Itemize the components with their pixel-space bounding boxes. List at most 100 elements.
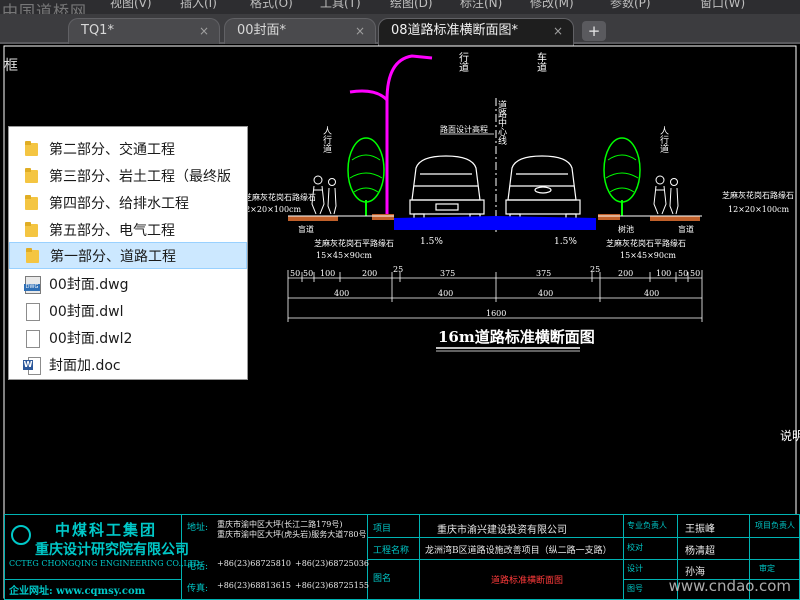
svg-text:200: 200 <box>618 269 633 278</box>
person-3: 孙海 <box>685 567 705 578</box>
road-surface <box>394 216 596 230</box>
menu-params[interactable]: 参数(P) <box>610 0 651 11</box>
tab-cover[interactable]: 00封面* × <box>224 18 376 44</box>
drawing-title-block: 中煤科工集团 重庆设计研究院有限公司 CCTEG CHONGQING ENGIN… <box>4 514 800 600</box>
menu-tools[interactable]: 工具(T) <box>320 0 361 11</box>
folder-icon <box>23 167 41 185</box>
svg-text:400: 400 <box>438 289 453 298</box>
list-item[interactable]: 第二部分、交通工程 <box>9 135 247 162</box>
label-blind-left: 盲道 <box>298 224 314 234</box>
tab-label: TQ1* <box>81 23 114 38</box>
dimension-total: 1600 <box>486 309 506 318</box>
menu-insert[interactable]: 插入(I) <box>180 0 217 11</box>
car-right <box>505 155 581 221</box>
note-right: 说明 <box>780 428 800 443</box>
role-5: 项目负责人 <box>755 521 795 530</box>
file-name: 第二部分、交通工程 <box>49 141 175 158</box>
subproject-name: 龙洲湾B区道路设施改善项目（纵二路一支路） <box>425 546 612 556</box>
fax-2: +86(23)68725155 <box>295 581 370 590</box>
close-icon[interactable]: × <box>199 19 209 43</box>
folder-icon <box>23 140 41 158</box>
label-tree-right: 树池 <box>618 224 634 234</box>
svg-text:200: 200 <box>362 269 377 278</box>
person-2: 杨清超 <box>685 546 715 557</box>
file-name: 第五部分、电气工程 <box>49 222 175 239</box>
dimension-values-row2: 400 400 400 400 <box>334 289 659 298</box>
close-icon[interactable]: × <box>355 19 365 43</box>
menu-draw[interactable]: 绘图(D) <box>390 0 433 11</box>
project-name: 重庆市渝兴建设投资有限公司 <box>437 525 567 536</box>
folder-icon <box>24 247 42 265</box>
list-item[interactable]: 00封面.dwl <box>9 297 247 324</box>
file-name: 00封面.dwg <box>49 276 129 293</box>
menu-modify[interactable]: 修改(M) <box>530 0 574 11</box>
curb-right <box>598 214 620 220</box>
tab-label: 00封面* <box>237 23 287 38</box>
person-1: 王振峰 <box>685 524 715 535</box>
folder-icon <box>23 194 41 212</box>
drawing-name: 道路标准横断面图 <box>491 576 564 586</box>
svg-text:100: 100 <box>656 269 671 278</box>
svg-text:375: 375 <box>536 269 551 278</box>
svg-text:50: 50 <box>290 269 300 278</box>
tree-right <box>603 137 641 216</box>
tab-tq1[interactable]: TQ1* × <box>68 18 220 44</box>
menu-bar: 中国道桥网 视图(V) 插入(I) 格式(O) 工具(T) 绘图(D) 标注(N… <box>0 0 800 14</box>
watermark-logo: 中国道桥网 <box>2 2 88 14</box>
file-name: 00封面.dwl2 <box>49 330 133 347</box>
list-item-selected[interactable]: 第一部分、道路工程 <box>9 242 247 269</box>
menu-view[interactable]: 视图(V) <box>110 0 152 11</box>
side-label: 框 <box>4 58 18 74</box>
label-lane-top: 车道 <box>535 51 547 72</box>
label-planter-size-left: 15×45×90cm <box>316 251 372 260</box>
tab-label: 08道路标准横断面图* <box>391 23 519 38</box>
label-blind-right: 盲道 <box>678 224 694 234</box>
label-sidewalk-left: 人行道 <box>321 126 332 154</box>
list-item[interactable]: 第五部分、电气工程 <box>9 216 247 243</box>
svg-text:100: 100 <box>320 269 335 278</box>
company-name-1: 中煤科工集团 <box>55 521 158 539</box>
label-sidewalk-right: 人行道 <box>658 126 669 154</box>
menu-format[interactable]: 格式(O) <box>250 0 293 11</box>
label-curb-right-size: 12×20×100cm <box>728 205 790 214</box>
menu-dimension[interactable]: 标注(N) <box>460 0 502 11</box>
list-item[interactable]: 第四部分、给排水工程 <box>9 189 247 216</box>
new-tab-button[interactable]: + <box>582 21 606 41</box>
car-left <box>409 155 485 221</box>
fax-label: 传真: <box>187 584 209 594</box>
street-lamp <box>385 54 433 218</box>
role-3: 设计 <box>627 564 643 573</box>
tab-cross-section[interactable]: 08道路标准横断面图* × <box>378 18 574 46</box>
svg-text:50: 50 <box>303 269 313 278</box>
file-name: 第三部分、岩土工程（最终版 <box>49 168 231 185</box>
tree-left <box>347 137 385 216</box>
menu-window[interactable]: 窗口(W) <box>700 0 745 11</box>
svg-text:25: 25 <box>590 265 600 274</box>
svg-text:400: 400 <box>644 289 659 298</box>
list-item[interactable]: 00封面.dwl2 <box>9 324 247 351</box>
list-item[interactable]: 封面加.doc <box>9 351 247 378</box>
close-icon[interactable]: × <box>553 19 563 43</box>
subproject-label: 工程名称 <box>373 546 410 556</box>
label-curb-left-size: 12×20×100cm <box>240 205 302 214</box>
folder-icon <box>23 221 41 239</box>
tel-label: 电话: <box>187 562 209 572</box>
label-curb-right: 芝麻灰花岗石路缘石 <box>722 190 794 200</box>
street-lamp-arm <box>349 89 389 102</box>
word-document-icon <box>23 356 41 375</box>
list-item[interactable]: 第三部分、岩土工程（最终版 <box>9 162 247 189</box>
drawing-title: 16m道路标准横断面图 <box>438 328 595 346</box>
fax-1: +86(23)68813615 <box>217 581 292 590</box>
role-1: 专业负责人 <box>627 521 667 530</box>
svg-text:400: 400 <box>538 289 553 298</box>
address-line-2: 重庆市渝中区大坪(虎头岩)服务大道780号 <box>217 530 367 539</box>
svg-text:50: 50 <box>678 269 688 278</box>
document-tab-bar: TQ1* × 00封面* × 08道路标准横断面图* × + <box>0 14 800 46</box>
file-list-panel[interactable]: 第二部分、交通工程 第三部分、岩土工程（最终版 第四部分、给排水工程 第五部分、… <box>8 126 248 380</box>
company-name-en: CCTEG CHONGQING ENGINEERING CO.,LTD. <box>9 559 203 568</box>
svg-text:50: 50 <box>690 269 700 278</box>
label-planter-left: 芝麻灰花岗石平路缘石 <box>314 238 394 248</box>
label-planter-right: 芝麻灰花岗石平路缘石 <box>606 238 686 248</box>
tel-2: +86(23)68725036 <box>295 559 370 568</box>
list-item[interactable]: 00封面.dwg <box>9 270 247 297</box>
